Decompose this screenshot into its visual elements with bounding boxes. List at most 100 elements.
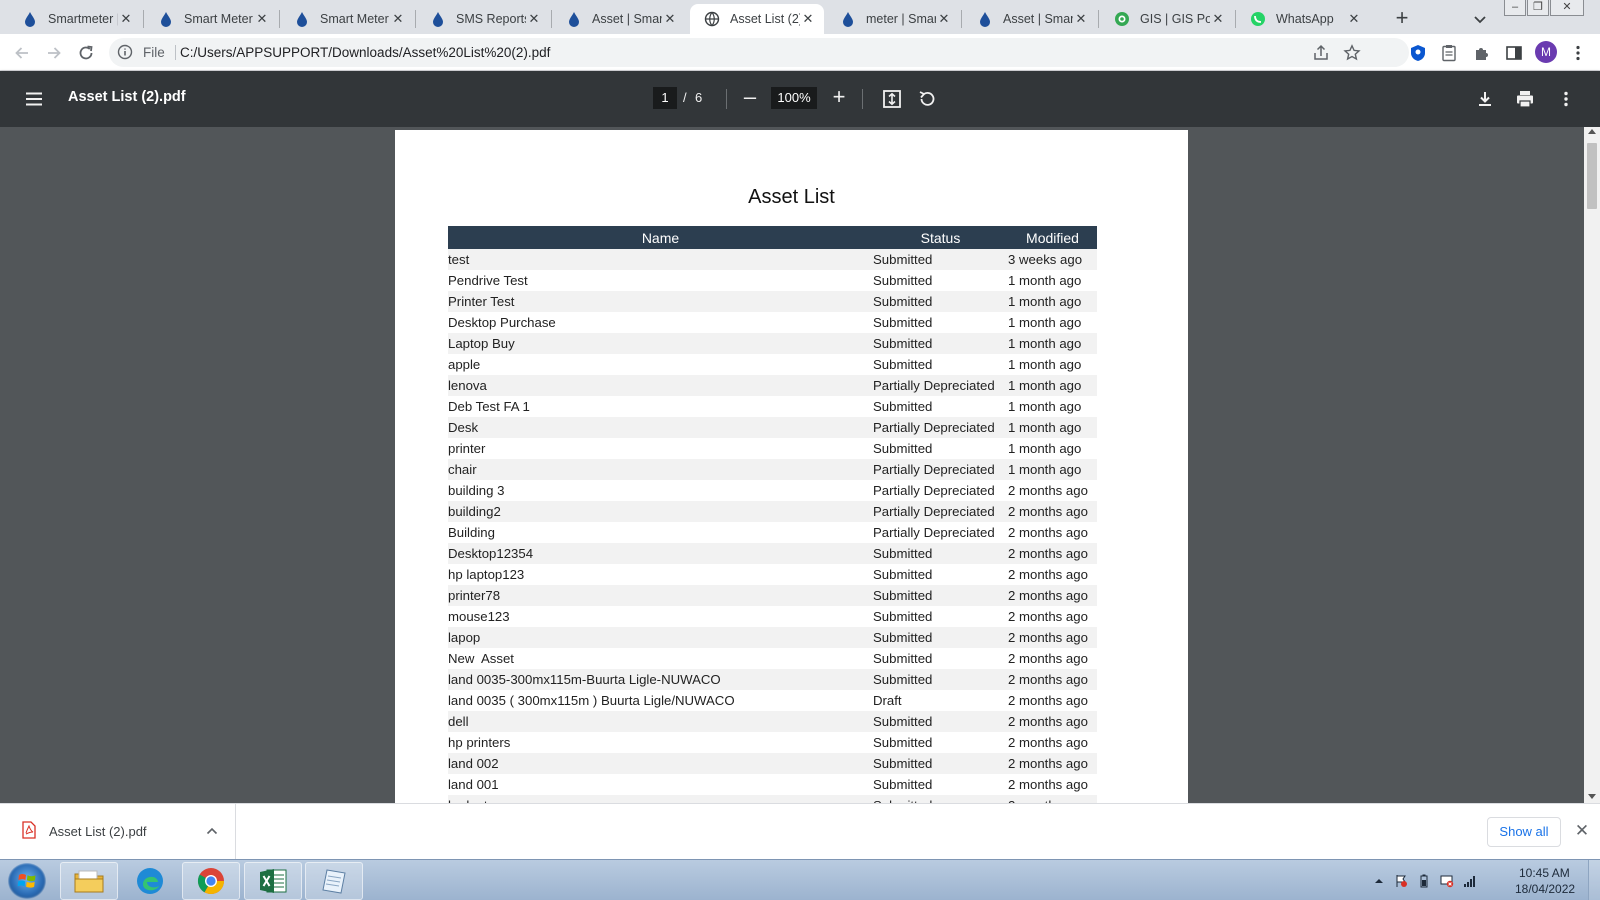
- close-tab-icon[interactable]: ✕: [1210, 11, 1226, 27]
- pdf-file-icon: [22, 821, 36, 839]
- scroll-down-arrow-icon[interactable]: [1588, 794, 1596, 799]
- asset-status-cell: Partially Depreciated: [873, 480, 1008, 501]
- pdf-sidebar-menu-icon[interactable]: [22, 87, 46, 111]
- extensions-puzzle-icon[interactable]: [1472, 43, 1492, 63]
- pdf-more-options-icon[interactable]: [1554, 87, 1578, 111]
- table-row: land 001 Submitted 2 months ago: [448, 774, 1097, 795]
- chevron-up-icon[interactable]: [205, 824, 219, 838]
- tab-title: Asset | Smart: [1003, 12, 1073, 26]
- battery-icon[interactable]: [1417, 874, 1431, 888]
- asset-status-cell: Submitted: [873, 795, 1008, 803]
- asset-modified-cell: 2 months ago: [1008, 606, 1097, 627]
- back-button[interactable]: [10, 41, 34, 65]
- vertical-scrollbar[interactable]: [1584, 127, 1600, 803]
- table-row: apple Submitted 1 month ago: [448, 354, 1097, 375]
- close-tab-icon[interactable]: ✕: [390, 11, 406, 27]
- share-icon[interactable]: [1311, 43, 1331, 63]
- droplet-icon: [294, 11, 310, 27]
- clipboard-extension-icon[interactable]: [1439, 43, 1459, 63]
- browser-tab[interactable]: meter | Smart ✕: [826, 4, 960, 34]
- chrome-icon: [197, 868, 225, 895]
- start-button[interactable]: [8, 863, 46, 899]
- close-tab-icon[interactable]: ✕: [1346, 11, 1362, 27]
- rotate-counterclockwise-icon[interactable]: [915, 87, 939, 111]
- new-tab-button[interactable]: +: [1390, 7, 1414, 31]
- download-icon[interactable]: [1473, 87, 1497, 111]
- scrollbar-thumb[interactable]: [1587, 143, 1597, 209]
- zoom-level-input[interactable]: 100%: [771, 87, 817, 109]
- clock-time[interactable]: 10:45 AM: [1519, 866, 1570, 880]
- profile-avatar[interactable]: M: [1535, 41, 1557, 63]
- scroll-up-arrow-icon[interactable]: [1588, 129, 1596, 134]
- browser-tab[interactable]: Smart Meter I ✕: [144, 4, 278, 34]
- close-tab-icon[interactable]: ✕: [800, 11, 816, 27]
- browser-tab[interactable]: GIS | GIS Port✕: [1100, 4, 1234, 34]
- side-panel-icon[interactable]: [1504, 43, 1524, 63]
- asset-name-cell: Deb Test FA 1: [448, 396, 873, 417]
- zoom-in-button[interactable]: +: [827, 86, 851, 110]
- asset-modified-cell: 2 months ago: [1008, 753, 1097, 774]
- reload-button[interactable]: [74, 41, 98, 65]
- table-row: hp printers Submitted 2 months ago: [448, 732, 1097, 753]
- network-disconnected-icon[interactable]: [1440, 874, 1454, 888]
- tab-search-chevron-icon[interactable]: [1470, 9, 1490, 29]
- show-desktop-button[interactable]: [1588, 860, 1600, 900]
- tab-title: meter | Smart: [866, 12, 936, 26]
- forward-button[interactable]: [42, 41, 66, 65]
- browser-tab[interactable]: WhatsApp ✕: [1236, 4, 1370, 34]
- asset-status-cell: Submitted: [873, 249, 1008, 270]
- download-item[interactable]: Asset List (2).pdf: [0, 804, 236, 859]
- address-bar[interactable]: File C:/Users/APPSUPPORT/Downloads/Asset…: [109, 38, 1409, 67]
- browser-tab[interactable]: Asset | Smart ✕: [963, 4, 1097, 34]
- fit-to-page-icon[interactable]: [880, 87, 904, 111]
- browser-tab[interactable]: Asset | Smart ✕: [552, 4, 686, 34]
- asset-status-cell: Submitted: [873, 585, 1008, 606]
- close-tab-icon[interactable]: ✕: [1073, 11, 1089, 27]
- password-extension-icon[interactable]: [1408, 43, 1428, 63]
- table-row: Pendrive Test Submitted 1 month ago: [448, 270, 1097, 291]
- asset-name-cell: printer78: [448, 585, 873, 606]
- asset-modified-cell: 2 months ago: [1008, 774, 1097, 795]
- asset-modified-cell: 1 month ago: [1008, 396, 1097, 417]
- print-icon[interactable]: [1513, 87, 1537, 111]
- close-download-shelf-icon[interactable]: ✕: [1574, 822, 1590, 839]
- close-window-button[interactable]: ✕: [1550, 0, 1584, 16]
- zoom-out-button[interactable]: –: [738, 86, 762, 111]
- signal-bars-icon[interactable]: [1463, 874, 1477, 888]
- taskbar-excel[interactable]: [244, 862, 302, 900]
- close-tab-icon[interactable]: ✕: [662, 11, 678, 27]
- asset-name-cell: Pendrive Test: [448, 270, 873, 291]
- asset-status-cell: Submitted: [873, 312, 1008, 333]
- minimize-window-button[interactable]: –: [1504, 0, 1526, 16]
- browser-tab[interactable]: Asset List (2).p✕: [690, 4, 824, 34]
- asset-status-cell: Draft: [873, 690, 1008, 711]
- browser-tab[interactable]: Smart Meter I ✕: [280, 4, 414, 34]
- action-center-flag-icon[interactable]: [1394, 874, 1408, 888]
- taskbar-chrome[interactable]: [182, 862, 240, 900]
- tab-divider: [1098, 10, 1099, 28]
- page-number-input[interactable]: 1: [653, 87, 677, 109]
- taskbar-edge[interactable]: [121, 862, 179, 900]
- close-tab-icon[interactable]: ✕: [936, 11, 952, 27]
- table-row: Desk Partially Depreciated 1 month ago: [448, 417, 1097, 438]
- droplet-icon: [977, 11, 993, 27]
- taskbar-notepad[interactable]: [305, 862, 363, 900]
- restore-window-button[interactable]: ❐: [1527, 0, 1549, 16]
- asset-modified-cell: 2 months ago: [1008, 480, 1097, 501]
- url-text[interactable]: C:/Users/APPSUPPORT/Downloads/Asset%20Li…: [180, 45, 550, 60]
- taskbar-file-explorer[interactable]: [60, 862, 118, 900]
- close-tab-icon[interactable]: ✕: [118, 11, 134, 27]
- clock-date[interactable]: 18/04/2022: [1515, 882, 1575, 896]
- site-info-icon[interactable]: [117, 44, 133, 65]
- browser-menu-kebab-icon[interactable]: [1568, 43, 1588, 63]
- asset-status-cell: Submitted: [873, 354, 1008, 375]
- close-tab-icon[interactable]: ✕: [254, 11, 270, 27]
- show-all-downloads-button[interactable]: Show all: [1487, 817, 1561, 847]
- bookmark-star-icon[interactable]: [1342, 43, 1362, 63]
- pdf-viewport[interactable]: Asset List Name Status Modified test Subm…: [0, 127, 1600, 803]
- browser-tab[interactable]: Smartmeter | ✕: [8, 4, 142, 34]
- browser-tab[interactable]: SMS Reports ✕: [416, 4, 550, 34]
- whatsapp-icon: [1250, 11, 1266, 27]
- tray-expand-arrow-icon[interactable]: [1372, 874, 1386, 888]
- close-tab-icon[interactable]: ✕: [526, 11, 542, 27]
